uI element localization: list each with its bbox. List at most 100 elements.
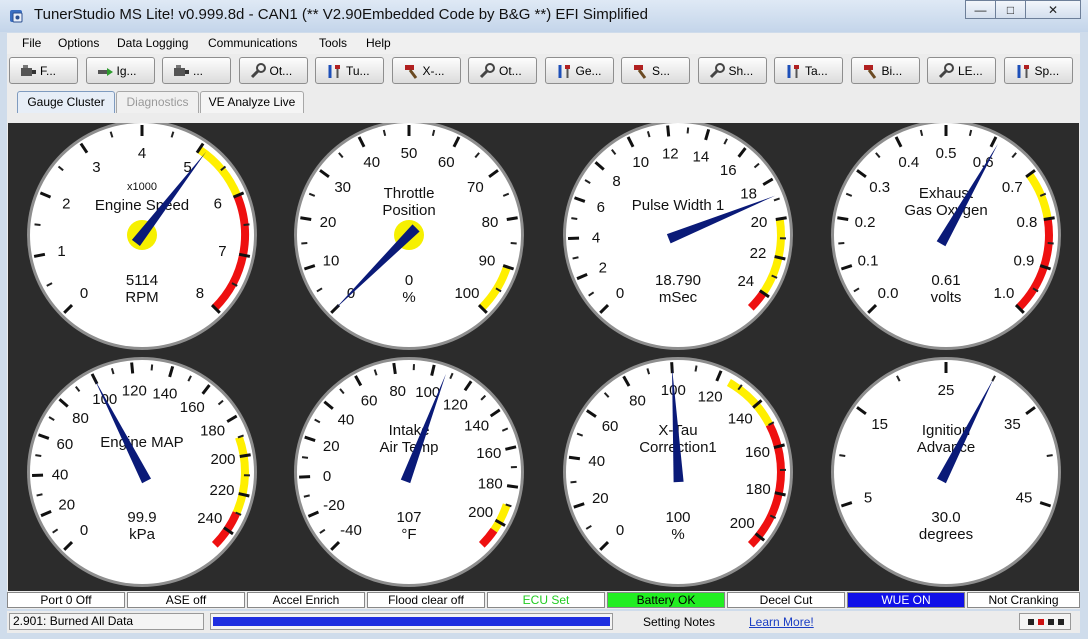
minor-tick (1046, 454, 1053, 458)
toolbar-button-11[interactable]: Ta... (774, 57, 843, 84)
toolbar-button-12[interactable]: Bi... (850, 57, 920, 84)
indicator-decel-cut: Decel Cut (727, 592, 845, 608)
tick-label: 18 (740, 185, 757, 202)
tick-label: 180 (746, 481, 771, 498)
indicator-not-cranking: Not Cranking (967, 592, 1080, 608)
wrench-icon (479, 63, 495, 79)
toolbar-button-5[interactable]: Tu... (315, 57, 384, 84)
tick-label: 30 (334, 179, 351, 196)
toolbar-button-label: Bi... (881, 64, 903, 78)
menu-communications[interactable]: Communications (208, 36, 297, 50)
gauge-value: 5114 (126, 272, 158, 289)
toolbar-button-6[interactable]: X-... (391, 57, 461, 84)
indicator-port-0-off: Port 0 Off (7, 592, 125, 608)
major-tick (506, 216, 518, 221)
tab-ve-analyze-live[interactable]: VE Analyze Live (200, 91, 304, 113)
learn-more-link[interactable]: Learn More! (749, 615, 814, 629)
gauge-units: mSec (659, 289, 698, 306)
gauge-units: % (671, 526, 684, 543)
tools-icon (558, 65, 570, 78)
minor-tick (839, 454, 846, 458)
toolbar-button-label: Ta... (805, 64, 828, 78)
toolbar-button-7[interactable]: Ot... (468, 57, 537, 84)
tick-label: 1.0 (994, 285, 1015, 302)
maximize-button[interactable]: □ (995, 0, 1026, 19)
toolbar-button-8[interactable]: Ge... (544, 57, 614, 84)
tick-label: 14 (693, 148, 710, 165)
status-light (1038, 619, 1044, 625)
gauge-value: 100 (665, 509, 690, 526)
tick-label: -40 (340, 522, 362, 539)
tick-label: 2 (62, 196, 70, 213)
toolbar-button-label: F... (40, 64, 57, 78)
indicator-flood-clear-off: Flood clear off (367, 592, 485, 608)
toolbar-button-label: Ig... (116, 64, 137, 78)
major-tick (506, 484, 519, 489)
title-bar: TunerStudio MS Lite! v0.999.8d - CAN1 (*… (0, 0, 1088, 32)
toolbar-button-4[interactable]: Ot... (238, 57, 308, 84)
toolbar-button-label: Sh... (728, 64, 754, 78)
gauge-cluster-panel: 012345678x1000Engine Speed5114RPM0102030… (8, 123, 1079, 591)
tab-gauge-cluster[interactable]: Gauge Cluster (17, 91, 115, 113)
major-tick (837, 216, 849, 221)
tick-label: 1 (57, 243, 65, 260)
spark-icon (97, 68, 113, 76)
tick-label: 80 (482, 214, 499, 231)
toolbar-button-3[interactable]: ... (162, 57, 231, 84)
major-tick (392, 362, 397, 375)
progress-bar (210, 613, 613, 630)
gauge-units: kPa (129, 526, 156, 543)
tick-label: 35 (1004, 416, 1021, 433)
tab-diagnostics[interactable]: Diagnostics (116, 91, 199, 113)
toolbar-button-1[interactable]: F... (9, 57, 78, 84)
indicator-ase-off: ASE off (127, 592, 245, 608)
tick-label: 4 (138, 145, 146, 162)
gauge-title: Engine MAP (100, 434, 183, 451)
toolbar-button-14[interactable]: Sp... (1003, 57, 1073, 84)
minimize-button[interactable]: — (965, 0, 996, 19)
close-button[interactable]: ✕ (1025, 0, 1081, 19)
gauge-7: 020406080100120140160180200X-TauCorrecti… (563, 357, 793, 587)
setting-notes-label: Setting Notes (643, 615, 716, 629)
status-lights (1019, 613, 1071, 630)
gauge-title: Throttle (384, 185, 435, 202)
toolbar-button-label: Tu... (346, 64, 370, 78)
minor-tick (686, 127, 690, 134)
toolbar-button-2[interactable]: Ig... (85, 57, 155, 84)
major-tick (130, 362, 135, 374)
gauge-units: RPM (125, 289, 158, 306)
tick-label: 22 (750, 245, 767, 262)
gauge-2: 0102030405060708090100ThrottlePosition0% (294, 123, 524, 350)
tick-label: 180 (200, 422, 225, 439)
menu-data-logging[interactable]: Data Logging (117, 36, 188, 50)
toolbar-button-9[interactable]: S... (621, 57, 690, 84)
gauge-value: 99.9 (127, 509, 156, 526)
minor-tick (968, 129, 973, 137)
minor-tick (571, 217, 578, 221)
gauge-title: Air Temp (380, 439, 439, 456)
tick-label: 60 (361, 392, 378, 409)
tick-label: 240 (197, 510, 222, 527)
tick-label: 24 (737, 273, 754, 290)
toolbar-button-label: Ge... (575, 64, 602, 78)
tick-label: 80 (629, 393, 646, 410)
tick-label: 0 (323, 468, 331, 485)
hammer-icon (404, 65, 417, 79)
menu-file[interactable]: File (22, 36, 41, 50)
tick-label: 140 (728, 411, 753, 428)
tick-label: 0 (616, 285, 624, 302)
menu-help[interactable]: Help (366, 36, 391, 50)
hammer-icon (863, 65, 876, 79)
toolbar-button-13[interactable]: LE... (927, 57, 996, 84)
menu-tools[interactable]: Tools (319, 36, 347, 50)
toolbar-button-10[interactable]: Sh... (697, 57, 767, 84)
tick-label: 220 (210, 482, 235, 499)
tools-icon (1017, 65, 1029, 78)
engine-icon (174, 65, 189, 76)
tick-label: 12 (662, 145, 679, 162)
gauge-units: % (402, 289, 415, 306)
tick-label: 5 (864, 489, 872, 506)
menu-options[interactable]: Options (58, 36, 99, 50)
major-tick (33, 252, 46, 258)
gauge-value: 0 (405, 272, 413, 289)
